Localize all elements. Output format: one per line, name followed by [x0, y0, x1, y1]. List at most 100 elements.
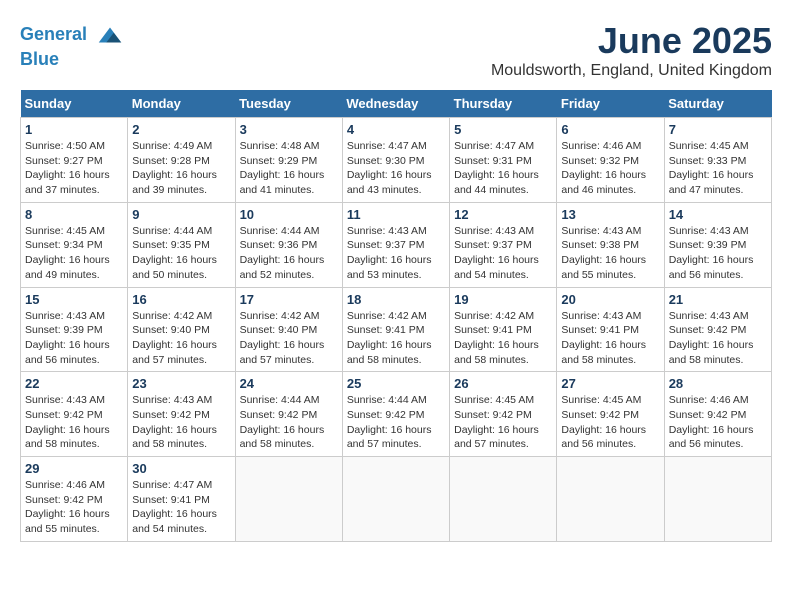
day-number: 16: [132, 292, 230, 307]
calendar-cell: 22Sunrise: 4:43 AM Sunset: 9:42 PM Dayli…: [21, 372, 128, 457]
day-number: 26: [454, 376, 552, 391]
day-info: Sunrise: 4:47 AM Sunset: 9:41 PM Dayligh…: [132, 478, 230, 537]
day-number: 12: [454, 207, 552, 222]
day-number: 24: [240, 376, 338, 391]
calendar-cell: 5 Sunrise: 4:47 AM Sunset: 9:31 PM Daylig…: [450, 118, 557, 203]
day-number: 29: [25, 461, 123, 476]
location: Mouldsworth, England, United Kingdom: [491, 62, 772, 80]
day-number: 28: [669, 376, 767, 391]
day-info: Sunrise: 4:46 AM Sunset: 9:42 PM Dayligh…: [25, 478, 123, 537]
calendar-cell: 21 Sunrise: 4:43 AM Sunset: 9:42 PM Dayli…: [664, 287, 771, 372]
day-info: Sunrise: 4:43 AM Sunset: 9:39 PM Dayligh…: [669, 224, 767, 283]
calendar-cell: 6 Sunrise: 4:46 AM Sunset: 9:32 PM Daylig…: [557, 118, 664, 203]
calendar-cell: 10Sunrise: 4:44 AM Sunset: 9:36 PM Dayli…: [235, 202, 342, 287]
day-header-saturday: Saturday: [664, 90, 771, 118]
day-info: Sunrise: 4:48 AM Sunset: 9:29 PM Dayligh…: [240, 139, 338, 198]
calendar-cell: [235, 457, 342, 542]
day-number: 23: [132, 376, 230, 391]
calendar-body: 1 Sunrise: 4:50 AM Sunset: 9:27 PM Daylig…: [21, 118, 772, 542]
day-number: 20: [561, 292, 659, 307]
week-row-1: 1 Sunrise: 4:50 AM Sunset: 9:27 PM Daylig…: [21, 118, 772, 203]
day-info: Sunrise: 4:45 AM Sunset: 9:34 PM Dayligh…: [25, 224, 123, 283]
day-info: Sunrise: 4:42 AM Sunset: 9:40 PM Dayligh…: [240, 309, 338, 368]
calendar-cell: 1 Sunrise: 4:50 AM Sunset: 9:27 PM Daylig…: [21, 118, 128, 203]
day-header-wednesday: Wednesday: [342, 90, 449, 118]
day-number: 27: [561, 376, 659, 391]
day-number: 9: [132, 207, 230, 222]
day-number: 1: [25, 122, 123, 137]
day-info: Sunrise: 4:46 AM Sunset: 9:42 PM Dayligh…: [669, 393, 767, 452]
day-header-thursday: Thursday: [450, 90, 557, 118]
calendar-cell: 15 Sunrise: 4:43 AM Sunset: 9:39 PM Dayli…: [21, 287, 128, 372]
day-info: Sunrise: 4:45 AM Sunset: 9:42 PM Dayligh…: [454, 393, 552, 452]
day-number: 17: [240, 292, 338, 307]
day-info: Sunrise: 4:43 AM Sunset: 9:38 PM Dayligh…: [561, 224, 659, 283]
calendar-cell: 19 Sunrise: 4:42 AM Sunset: 9:41 PM Dayli…: [450, 287, 557, 372]
day-number: 21: [669, 292, 767, 307]
logo: General Blue: [20, 20, 125, 70]
calendar-cell: 16Sunrise: 4:42 AM Sunset: 9:40 PM Dayli…: [128, 287, 235, 372]
calendar-cell: 17 Sunrise: 4:42 AM Sunset: 9:40 PM Dayli…: [235, 287, 342, 372]
day-info: Sunrise: 4:44 AM Sunset: 9:42 PM Dayligh…: [240, 393, 338, 452]
day-info: Sunrise: 4:44 AM Sunset: 9:35 PM Dayligh…: [132, 224, 230, 283]
day-info: Sunrise: 4:42 AM Sunset: 9:41 PM Dayligh…: [454, 309, 552, 368]
day-number: 7: [669, 122, 767, 137]
title-area: June 2025 Mouldsworth, England, United K…: [491, 20, 772, 80]
day-header-sunday: Sunday: [21, 90, 128, 118]
day-header-tuesday: Tuesday: [235, 90, 342, 118]
logo-text: General: [20, 20, 125, 50]
calendar-cell: [557, 457, 664, 542]
day-number: 11: [347, 207, 445, 222]
calendar-cell: 28 Sunrise: 4:46 AM Sunset: 9:42 PM Dayli…: [664, 372, 771, 457]
calendar-cell: 12Sunrise: 4:43 AM Sunset: 9:37 PM Dayli…: [450, 202, 557, 287]
day-number: 3: [240, 122, 338, 137]
day-info: Sunrise: 4:49 AM Sunset: 9:28 PM Dayligh…: [132, 139, 230, 198]
month-title: June 2025: [491, 20, 772, 62]
week-row-2: 8Sunrise: 4:45 AM Sunset: 9:34 PM Daylig…: [21, 202, 772, 287]
calendar-cell: 26 Sunrise: 4:45 AM Sunset: 9:42 PM Dayli…: [450, 372, 557, 457]
day-number: 19: [454, 292, 552, 307]
calendar-cell: 25 Sunrise: 4:44 AM Sunset: 9:42 PM Dayli…: [342, 372, 449, 457]
calendar-cell: 2Sunrise: 4:49 AM Sunset: 9:28 PM Daylig…: [128, 118, 235, 203]
calendar-cell: 30 Sunrise: 4:47 AM Sunset: 9:41 PM Dayli…: [128, 457, 235, 542]
calendar-header-row: SundayMondayTuesdayWednesdayThursdayFrid…: [21, 90, 772, 118]
day-number: 25: [347, 376, 445, 391]
day-info: Sunrise: 4:47 AM Sunset: 9:30 PM Dayligh…: [347, 139, 445, 198]
calendar-cell: 7 Sunrise: 4:45 AM Sunset: 9:33 PM Daylig…: [664, 118, 771, 203]
calendar-cell: 14 Sunrise: 4:43 AM Sunset: 9:39 PM Dayli…: [664, 202, 771, 287]
day-number: 30: [132, 461, 230, 476]
day-number: 13: [561, 207, 659, 222]
calendar-cell: 20Sunrise: 4:43 AM Sunset: 9:41 PM Dayli…: [557, 287, 664, 372]
header: General Blue June 2025 Mouldsworth, Engl…: [20, 20, 772, 80]
calendar-cell: 29 Sunrise: 4:46 AM Sunset: 9:42 PM Dayli…: [21, 457, 128, 542]
day-info: Sunrise: 4:43 AM Sunset: 9:42 PM Dayligh…: [669, 309, 767, 368]
day-number: 10: [240, 207, 338, 222]
week-row-3: 15 Sunrise: 4:43 AM Sunset: 9:39 PM Dayli…: [21, 287, 772, 372]
calendar-cell: 11Sunrise: 4:43 AM Sunset: 9:37 PM Dayli…: [342, 202, 449, 287]
calendar-cell: 23 Sunrise: 4:43 AM Sunset: 9:42 PM Dayli…: [128, 372, 235, 457]
day-info: Sunrise: 4:43 AM Sunset: 9:42 PM Dayligh…: [132, 393, 230, 452]
calendar-cell: 9 Sunrise: 4:44 AM Sunset: 9:35 PM Daylig…: [128, 202, 235, 287]
calendar-cell: 13 Sunrise: 4:43 AM Sunset: 9:38 PM Dayli…: [557, 202, 664, 287]
calendar-cell: [664, 457, 771, 542]
day-number: 6: [561, 122, 659, 137]
calendar-cell: 8Sunrise: 4:45 AM Sunset: 9:34 PM Daylig…: [21, 202, 128, 287]
day-info: Sunrise: 4:44 AM Sunset: 9:42 PM Dayligh…: [347, 393, 445, 452]
day-number: 15: [25, 292, 123, 307]
day-info: Sunrise: 4:46 AM Sunset: 9:32 PM Dayligh…: [561, 139, 659, 198]
calendar-table: SundayMondayTuesdayWednesdayThursdayFrid…: [20, 90, 772, 542]
calendar-cell: 27Sunrise: 4:45 AM Sunset: 9:42 PM Dayli…: [557, 372, 664, 457]
day-info: Sunrise: 4:43 AM Sunset: 9:42 PM Dayligh…: [25, 393, 123, 452]
logo-subtext: Blue: [20, 50, 125, 70]
day-info: Sunrise: 4:47 AM Sunset: 9:31 PM Dayligh…: [454, 139, 552, 198]
day-info: Sunrise: 4:45 AM Sunset: 9:33 PM Dayligh…: [669, 139, 767, 198]
day-info: Sunrise: 4:43 AM Sunset: 9:39 PM Dayligh…: [25, 309, 123, 368]
day-info: Sunrise: 4:50 AM Sunset: 9:27 PM Dayligh…: [25, 139, 123, 198]
day-info: Sunrise: 4:42 AM Sunset: 9:41 PM Dayligh…: [347, 309, 445, 368]
day-number: 4: [347, 122, 445, 137]
calendar-cell: 4 Sunrise: 4:47 AM Sunset: 9:30 PM Daylig…: [342, 118, 449, 203]
day-number: 5: [454, 122, 552, 137]
day-number: 14: [669, 207, 767, 222]
calendar-cell: 18Sunrise: 4:42 AM Sunset: 9:41 PM Dayli…: [342, 287, 449, 372]
week-row-4: 22Sunrise: 4:43 AM Sunset: 9:42 PM Dayli…: [21, 372, 772, 457]
